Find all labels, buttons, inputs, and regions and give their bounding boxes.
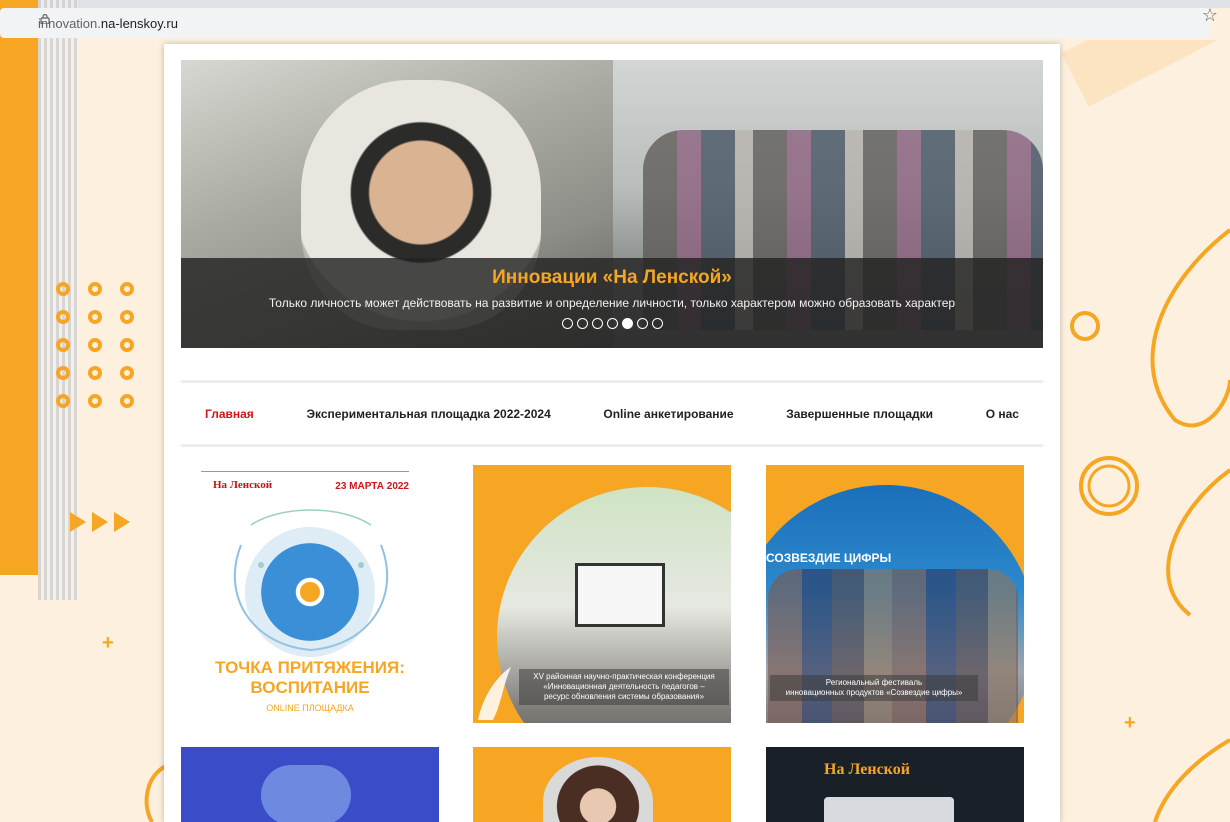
menu-item-online-survey[interactable]: Online анкетирование	[603, 407, 733, 421]
browser-top-strip	[0, 0, 1230, 8]
bookmark-star-icon[interactable]: ☆	[1202, 5, 1218, 26]
card-na-lenskoy-digital[interactable]: На Ленской	[766, 747, 1024, 822]
poster-subtitle: ONLINE ПЛОЩАДКА	[266, 703, 354, 713]
card-conference[interactable]: XV районная научно-практическая конферен…	[473, 465, 731, 723]
card-digital-art[interactable]	[181, 747, 439, 822]
main-menu: Главная Экспериментальная площадка 2022-…	[181, 380, 1043, 447]
slider-dot[interactable]	[651, 318, 663, 329]
slider-dot-active[interactable]	[621, 318, 633, 329]
card-festival[interactable]: СОЗВЕЗДИЕ ЦИФРЫ Региональный фестиваль и…	[766, 465, 1024, 723]
card-tochka-prityazheniya[interactable]: На Ленской 23 МАРТА 2022 ТОЧКА ПРИТЯЖЕНИ…	[181, 465, 439, 723]
slider-dot[interactable]	[591, 318, 603, 329]
poster-divider	[201, 471, 409, 472]
conference-caption-line3: ресурс обновления системы образования»	[543, 692, 705, 701]
teacher-portrait	[543, 757, 653, 822]
slider-dots	[181, 318, 1043, 329]
poster-title-line1: ТОЧКА ПРИТЯЖЕНИЯ:	[215, 658, 405, 677]
url-domain: na-lenskoy.ru	[100, 15, 178, 31]
background-right-shapes	[1061, 40, 1230, 822]
page-container: Инновации «На Ленской» Только личность м…	[164, 44, 1060, 822]
poster-title: ТОЧКА ПРИТЯЖЕНИЯ: ВОСПИТАНИЕ	[181, 658, 439, 698]
background-plus-icon: +	[102, 632, 114, 654]
festival-caption-line2: инновационных продуктов «Созвездие цифры…	[785, 688, 963, 697]
conference-caption-line1: XV районная научно-практическая конферен…	[533, 672, 715, 681]
card-teacher-portrait[interactable]	[473, 747, 731, 822]
wing-logo-icon	[478, 667, 511, 720]
background-triangles	[70, 512, 130, 532]
menu-item-completed-sites[interactable]: Завершенные площадки	[786, 407, 933, 421]
background-dot-grid	[56, 282, 136, 408]
slider-dot[interactable]	[576, 318, 588, 329]
slider-dot[interactable]	[561, 318, 573, 329]
festival-banner: СОЗВЕЗДИЕ ЦИФРЫ	[766, 551, 892, 565]
lock-icon[interactable]	[40, 14, 50, 24]
slider-title: Инновации «На Ленской»	[492, 267, 732, 288]
browser-address-bar[interactable]: innovation. na-lenskoy.ru	[0, 8, 1210, 38]
card6-logo: На Ленской	[824, 761, 910, 778]
slider-caption: Инновации «На Ленской» Только личность м…	[181, 258, 1043, 348]
card6-monitor	[824, 797, 954, 822]
projector-screen	[575, 563, 665, 627]
festival-caption: Региональный фестиваль инновационных про…	[770, 675, 978, 701]
hero-slider[interactable]: Инновации «На Ленской» Только личность м…	[181, 60, 1043, 348]
menu-item-about[interactable]: О нас	[986, 407, 1019, 421]
poster-date: 23 МАРТА 2022	[335, 481, 409, 492]
menu-item-home[interactable]: Главная	[205, 407, 254, 421]
background-orange-panel	[0, 0, 38, 575]
poster-title-line2: ВОСПИТАНИЕ	[250, 678, 370, 697]
cloud-illustration	[261, 765, 351, 822]
conference-caption: XV районная научно-практическая конферен…	[519, 669, 729, 705]
slider-dot[interactable]	[636, 318, 648, 329]
poster-logo: На Ленской	[213, 479, 273, 491]
poster-globe-icon	[261, 543, 359, 641]
slider-text: Только личность может действовать на раз…	[268, 296, 956, 310]
slider-dot[interactable]	[606, 318, 618, 329]
conference-caption-line2: «Инновационная деятельность педагогов –	[543, 682, 705, 691]
festival-caption-line1: Региональный фестиваль	[825, 678, 923, 687]
menu-item-experimental-site[interactable]: Экспериментальная площадка 2022-2024	[306, 407, 550, 421]
